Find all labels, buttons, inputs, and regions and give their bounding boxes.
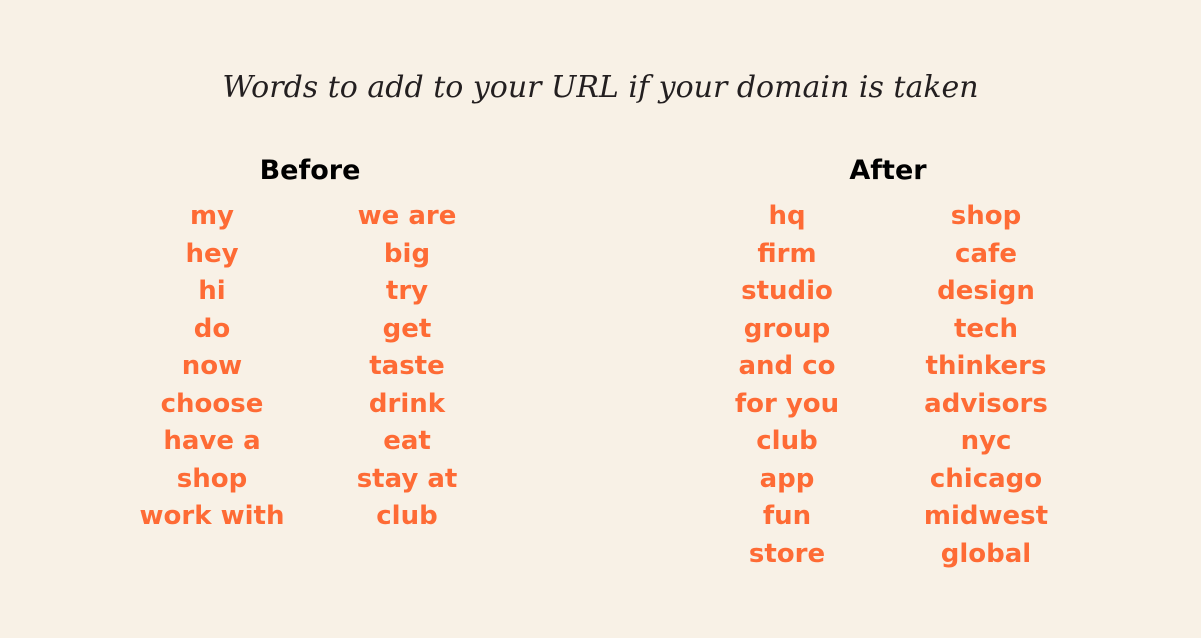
- before-word: now: [181, 351, 243, 381]
- before-word: hey: [185, 238, 239, 269]
- after-word: shop: [950, 201, 1022, 231]
- before-word: shop: [176, 463, 248, 494]
- after-word: midwest: [923, 501, 1049, 531]
- before-word: big: [383, 238, 431, 269]
- after-word: and co: [738, 351, 836, 381]
- after-column-1: hq firm studio group and co for you club app fun…: [687, 198, 887, 573]
- before-word: try: [385, 276, 429, 306]
- after-word: tech: [954, 313, 1018, 344]
- after-word: advisors: [924, 388, 1048, 419]
- after-word: thinkers: [925, 351, 1047, 381]
- after-word: for you: [734, 388, 840, 419]
- after-word: club: [756, 426, 818, 456]
- before-word: drink: [368, 388, 446, 419]
- before-word: choose: [160, 388, 264, 419]
- before-column-1: my hey hi do now choose have a shop work with: [112, 198, 312, 536]
- after-word: design: [937, 276, 1035, 306]
- page-title: Words to add to your URL if your domain …: [222, 70, 979, 105]
- after-heading: After: [849, 155, 927, 186]
- before-word: we are: [357, 201, 457, 231]
- after-word: cafe: [955, 238, 1017, 269]
- after-word: nyc: [960, 426, 1012, 456]
- before-word: have a: [163, 426, 261, 456]
- after-word: hq: [768, 201, 806, 231]
- after-word: app: [759, 463, 815, 494]
- after-word: global: [940, 538, 1032, 569]
- after-column-2: shop cafe design tech thinkers advisors nyc chi…: [886, 198, 1086, 573]
- after-word: group: [743, 313, 831, 344]
- after-word: firm: [757, 238, 817, 269]
- after-word: chicago: [929, 463, 1043, 494]
- after-word: store: [748, 538, 826, 569]
- before-word: taste: [369, 351, 445, 381]
- before-word: stay at: [356, 463, 458, 494]
- after-word: fun: [762, 501, 812, 531]
- before-word: my: [189, 201, 235, 231]
- before-word: eat: [383, 426, 431, 456]
- before-heading: Before: [259, 155, 361, 186]
- before-column-2: we are big try get taste drink eat stay at club: [307, 198, 507, 536]
- before-word: club: [376, 501, 438, 531]
- before-word: do: [193, 313, 231, 344]
- before-word: work with: [139, 501, 285, 531]
- before-word: get: [382, 313, 432, 344]
- after-word: studio: [741, 276, 833, 306]
- before-word: hi: [198, 276, 226, 306]
